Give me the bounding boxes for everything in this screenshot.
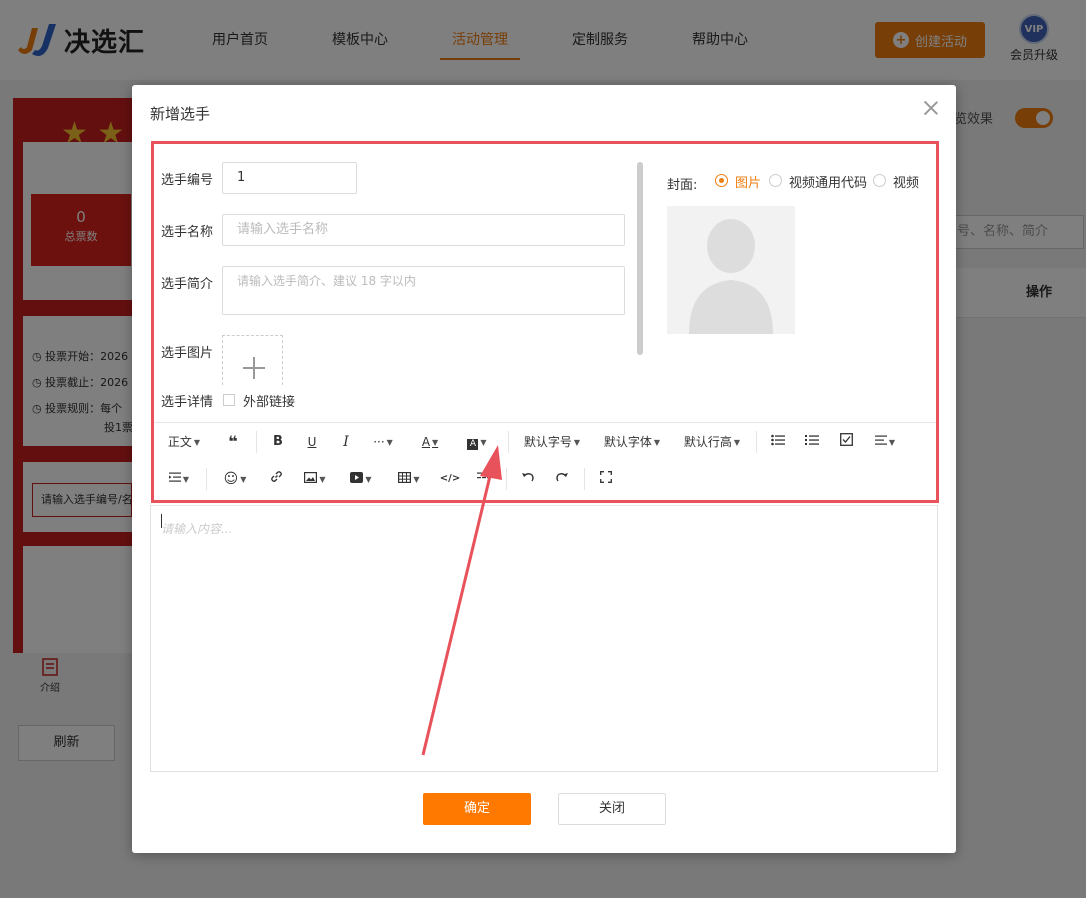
cover-label: 封面: <box>667 178 698 193</box>
image-insert-icon[interactable]: ▼ <box>300 461 330 497</box>
paragraph-format-dropdown[interactable]: 正文 ▼ <box>164 424 204 460</box>
cover-option-video[interactable]: 视频 <box>893 172 919 191</box>
italic-icon[interactable]: I <box>334 424 358 460</box>
more-styles-dropdown[interactable]: ··· ▼ <box>368 424 398 460</box>
player-name-input[interactable]: 请输入选手名称 <box>222 214 625 246</box>
player-detail-label: 选手详情 <box>161 395 214 410</box>
player-number-label: 选手编号 <box>161 173 214 188</box>
table-insert-icon[interactable]: ▼ <box>394 461 424 497</box>
rich-text-editor[interactable]: 请输入内容... <box>150 505 938 772</box>
divider-icon[interactable] <box>472 461 496 497</box>
line-height-dropdown[interactable]: 默认行高 ▼ <box>682 424 742 460</box>
close-icon[interactable] <box>922 99 940 117</box>
paragraph-format-label: 正文 <box>167 435 192 449</box>
quote-icon[interactable]: ❝ <box>218 424 248 460</box>
player-intro-label: 选手简介 <box>161 277 214 292</box>
image-upload-button[interactable] <box>222 335 283 385</box>
cover-radio-video-code[interactable] <box>769 174 782 187</box>
confirm-button[interactable]: 确定 <box>423 793 531 825</box>
font-family-label: 默认字体 <box>603 435 652 449</box>
fullscreen-icon[interactable] <box>594 461 618 497</box>
line-height-label: 默认行高 <box>683 435 732 449</box>
player-intro-textarea[interactable]: 请输入选手简介、建议 18 字以内 <box>222 266 625 315</box>
editor-toolbar: 正文 ▼ ❝ B U I ··· ▼ A ▼ A ▼ 默认字号 ▼ 默认字体 ▼ 默认行高 ▼ <box>152 422 938 496</box>
toolbar-row-1: 正文 ▼ ❝ B U I ··· ▼ A ▼ A ▼ 默认字号 ▼ 默认字体 ▼ 默认行高 ▼ <box>152 424 938 460</box>
background-color-icon[interactable]: A ▼ <box>462 424 492 460</box>
form-scrollbar[interactable] <box>637 162 643 355</box>
todo-list-icon[interactable] <box>834 424 858 460</box>
numbered-list-icon[interactable] <box>800 424 824 460</box>
font-color-icon[interactable]: A ▼ <box>415 424 445 460</box>
cover-radio-image[interactable] <box>715 174 728 187</box>
bold-icon[interactable]: B <box>266 424 290 460</box>
video-insert-icon[interactable]: ▼ <box>346 461 376 497</box>
add-player-modal: 新增选手 选手编号 1 选手名称 请输入选手名称 选手简介 请输入选手简介、建议… <box>132 85 956 853</box>
external-link-checkbox[interactable] <box>223 394 235 406</box>
avatar-placeholder-icon <box>689 219 773 334</box>
underline-icon[interactable]: U <box>300 424 324 460</box>
cover-image-preview[interactable] <box>667 206 795 334</box>
editor-placeholder: 请输入内容... <box>161 522 233 536</box>
player-name-label: 选手名称 <box>161 225 214 240</box>
cover-option-video-code[interactable]: 视频通用代码 <box>789 172 867 191</box>
cover-option-image[interactable]: 图片 <box>735 172 761 191</box>
bulleted-list-icon[interactable] <box>766 424 790 460</box>
font-size-dropdown[interactable]: 默认字号 ▼ <box>522 424 582 460</box>
font-size-label: 默认字号 <box>523 435 572 449</box>
player-number-input[interactable]: 1 <box>222 162 357 194</box>
align-dropdown-icon[interactable]: ▼ <box>870 424 900 460</box>
toolbar-row-2: ▼ ☺ ▼ ▼ ▼ ▼ </> <box>152 461 938 497</box>
close-button[interactable]: 关闭 <box>558 793 666 825</box>
indent-dropdown-icon[interactable]: ▼ <box>164 461 194 497</box>
more-styles-label: ··· <box>373 435 385 449</box>
redo-icon[interactable] <box>550 461 574 497</box>
modal-title: 新增选手 <box>150 105 211 123</box>
player-image-label: 选手图片 <box>161 346 214 361</box>
code-icon[interactable]: </> <box>438 461 462 497</box>
link-icon[interactable] <box>264 461 288 497</box>
font-family-dropdown[interactable]: 默认字体 ▼ <box>602 424 662 460</box>
cover-radio-video[interactable] <box>873 174 886 187</box>
external-link-label: 外部链接 <box>243 395 296 410</box>
undo-icon[interactable] <box>516 461 540 497</box>
emoji-icon[interactable]: ☺ ▼ <box>220 461 250 497</box>
